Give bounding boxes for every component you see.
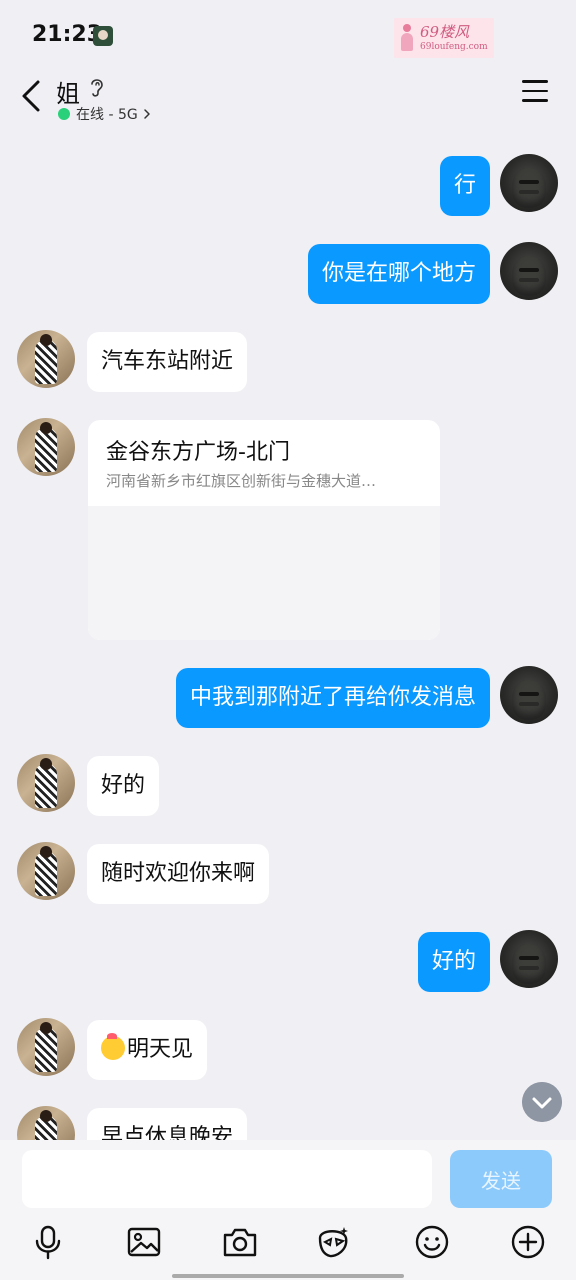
location-title: 金谷东方广场-北门 — [106, 440, 290, 465]
watermark-subtitle: 69loufeng.com — [420, 42, 488, 52]
message-bubble-contact[interactable]: 好的 — [87, 756, 160, 816]
back-arrow-icon[interactable] — [18, 78, 46, 114]
scroll-down-button[interactable] — [522, 1082, 562, 1122]
location-card[interactable]: 金谷东方广场-北门 河南省新乡市红旗区创新街与金穗大道… — [88, 420, 440, 640]
watermark-title: 69楼风 — [420, 23, 470, 41]
message-bubble-me[interactable]: 中我到那附近了再给你发消息 — [175, 668, 490, 728]
image-icon[interactable] — [126, 1224, 162, 1260]
contact-avatar[interactable] — [17, 754, 75, 812]
message-bubble-me[interactable]: 好的 — [417, 932, 490, 992]
message-bubble-me[interactable]: 行 — [439, 156, 490, 216]
watermark-logo: 69楼风 69loufeng.com — [394, 18, 494, 58]
contact-avatar[interactable] — [17, 330, 75, 388]
emoji-icon[interactable] — [414, 1224, 450, 1260]
contact-avatar[interactable] — [17, 1018, 75, 1076]
camera-icon[interactable] — [222, 1224, 258, 1260]
chevron-right-icon — [143, 109, 150, 119]
message-bubble-contact[interactable]: 随时欢迎你来啊 — [87, 844, 270, 904]
online-dot-icon — [58, 108, 70, 120]
message-input[interactable] — [22, 1150, 432, 1208]
send-button[interactable]: 发送 — [450, 1150, 552, 1208]
location-address: 河南省新乡市红旗区创新街与金穗大道… — [106, 472, 377, 490]
status-bar: 21:23 69楼风 69loufeng.com — [0, 0, 576, 70]
message-bubble-contact[interactable]: 明天见 — [87, 1020, 208, 1080]
message-bubble-contact[interactable]: 汽车东站附近 — [87, 332, 248, 392]
plus-icon[interactable] — [510, 1224, 546, 1260]
home-indicator[interactable] — [172, 1274, 404, 1278]
my-avatar[interactable] — [500, 930, 558, 988]
mic-icon[interactable] — [30, 1224, 66, 1260]
message-text: 明天见 — [127, 1037, 194, 1062]
online-status-text: 在线 - 5G — [76, 107, 138, 123]
sticker-icon[interactable] — [316, 1224, 352, 1260]
my-avatar[interactable] — [500, 666, 558, 724]
chat-header: 姐 在线 - 5G — [0, 70, 576, 130]
input-bar: 发送 — [0, 1140, 576, 1280]
notification-app-icon — [93, 26, 113, 46]
hug-emoji-icon — [101, 1033, 125, 1060]
status-time: 21:23 — [32, 22, 103, 47]
location-map-preview — [88, 506, 440, 640]
menu-icon[interactable] — [522, 80, 550, 104]
watermark-figure-icon — [400, 24, 414, 52]
my-avatar[interactable] — [500, 154, 558, 212]
ear-icon[interactable] — [88, 76, 106, 98]
contact-avatar[interactable] — [17, 418, 75, 476]
message-bubble-me[interactable]: 你是在哪个地方 — [307, 244, 490, 304]
my-avatar[interactable] — [500, 242, 558, 300]
contact-avatar[interactable] — [17, 842, 75, 900]
online-status[interactable]: 在线 - 5G — [58, 104, 152, 124]
